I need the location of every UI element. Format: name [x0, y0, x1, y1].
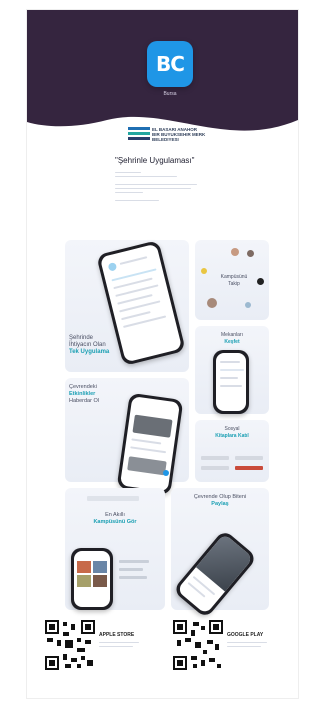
- headline: "Şehrinle Uygulaması": [115, 156, 195, 165]
- feature-collage: Şehrinde İhtiyacın Olan Tek Uygulama Kam…: [65, 239, 269, 619]
- phone-mockup: [213, 350, 249, 414]
- org-line-3: BELEDIYESI: [152, 137, 179, 142]
- phone-mockup: [71, 548, 113, 610]
- google-play-title: GOOGLE PLAY: [227, 632, 264, 638]
- phone-mockup: [172, 529, 258, 619]
- avatar: [207, 298, 217, 308]
- apple-store-subtext: [99, 640, 159, 647]
- google-play-qr-icon[interactable]: [173, 620, 223, 670]
- avatar: [245, 302, 251, 308]
- apple-store-qr-icon[interactable]: [45, 620, 95, 670]
- poster: BC Bursa EL BASARI ANAHOR BIR BUYUKSEHIR…: [27, 10, 298, 698]
- panel-social-books-label: Sosyal Kitaplara Katıl: [215, 426, 249, 439]
- store-links: APPLE STORE GOOGLE PLAY: [27, 620, 298, 690]
- avatar: [231, 248, 239, 256]
- panel-city-app-label: Şehrinde İhtiyacın Olan Tek Uygulama: [69, 335, 110, 355]
- panel-smart-campus: En Akıllı Kampüsünü Gör: [65, 488, 165, 610]
- panel-share-label: Çevrende Olup Biteni Paylaş: [193, 494, 247, 507]
- avatar: [201, 268, 207, 274]
- avatar: [247, 250, 254, 257]
- panel-share: Çevrende Olup Biteni Paylaş: [171, 488, 269, 619]
- municipality-logo-icon: [128, 127, 150, 140]
- panel-smart-campus-label: En Akıllı Kampüsünü Gör: [93, 512, 137, 525]
- municipality-name: EL BASARI ANAHOR BIR BUYUKSEHIR MERK BEL…: [152, 127, 222, 142]
- panel-events-label: Çevrendeki Etkinlikler Haberdar Ol: [69, 384, 99, 404]
- phone-mockup: [96, 239, 186, 367]
- app-logo: BC: [147, 41, 193, 87]
- google-play-subtext: [227, 640, 287, 647]
- panel-city-app: Şehrinde İhtiyacın Olan Tek Uygulama: [65, 239, 189, 372]
- indicator-dot: [163, 470, 169, 476]
- panel-campus-follow-label: Kampüsünü Takip: [220, 274, 248, 287]
- app-logo-caption: Bursa: [163, 91, 177, 97]
- panel-discover-places-label: Mekanları Keşfet: [221, 332, 243, 345]
- avatar: [257, 278, 264, 285]
- panel-social-books: Sosyal Kitaplara Katıl: [195, 420, 269, 482]
- apple-store-title: APPLE STORE: [99, 632, 135, 638]
- panel-campus-follow: Kampüsünü Takip: [195, 240, 269, 320]
- phone-mockup: [116, 392, 184, 496]
- app-logo-text: BC: [156, 52, 185, 76]
- intro-placeholder-lines: [115, 168, 225, 201]
- panel-events: Çevrendeki Etkinlikler Haberdar Ol: [65, 378, 189, 496]
- panel-discover-places: Mekanları Keşfet: [195, 326, 269, 414]
